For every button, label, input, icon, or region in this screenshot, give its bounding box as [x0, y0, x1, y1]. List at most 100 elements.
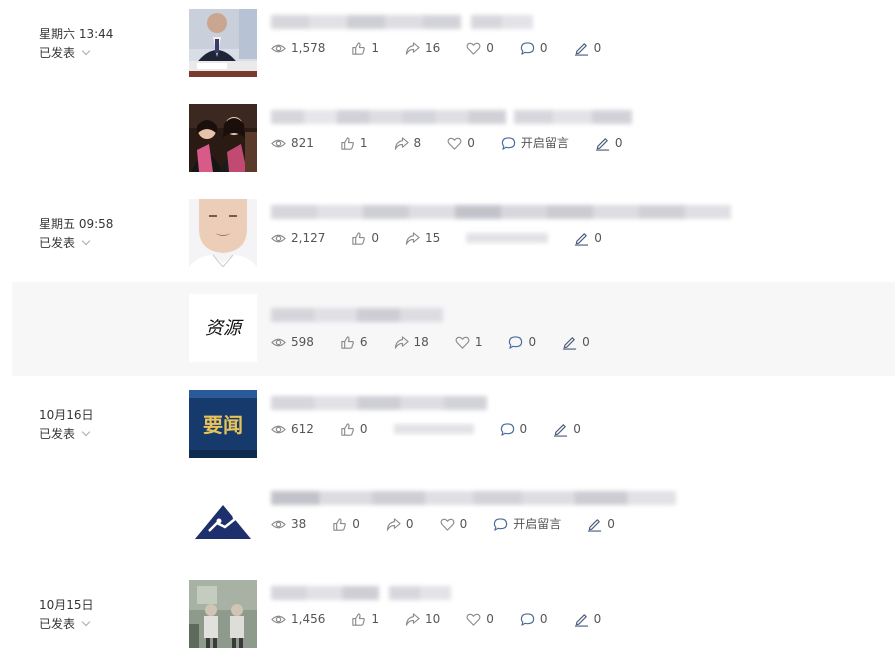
share-count[interactable]: 8: [394, 133, 422, 153]
share-count[interactable]: 16: [405, 38, 440, 58]
article-thumbnail[interactable]: 资源: [189, 294, 257, 362]
thumbs-up-icon: [352, 231, 366, 245]
share-count[interactable]: 15: [405, 228, 440, 248]
article-row[interactable]: 38 0 0 0 开启留言 0: [0, 476, 895, 571]
thumbnail-calligraphy: 资源: [205, 318, 244, 339]
article-title-redacted[interactable]: [271, 488, 676, 508]
stat-value: 38: [291, 517, 307, 531]
redacted-text-block: [471, 15, 533, 29]
stat-value: 0: [607, 517, 615, 531]
stat-value: 8: [413, 136, 422, 150]
share-icon: [394, 136, 409, 150]
stat-value: 15: [425, 231, 441, 245]
stat-value: 10: [425, 612, 441, 626]
article-row[interactable]: 星期六 13:44 已发表 1,578 1 16 0 0 0: [0, 0, 895, 95]
status-dropdown[interactable]: 已发表: [39, 425, 169, 443]
edit-count[interactable]: 0: [587, 514, 615, 534]
article-row[interactable]: 10月16日 已发表 要闻 612 0 0 0: [0, 381, 895, 476]
read-count: 1,578: [271, 38, 325, 58]
read-count: 821: [271, 133, 314, 153]
comment-icon: [501, 136, 515, 150]
stat-value: 0: [539, 41, 548, 55]
share-icon: [394, 335, 409, 349]
edit-count[interactable]: 0: [574, 228, 602, 248]
status-dropdown[interactable]: 已发表: [39, 234, 169, 252]
article-title-redacted[interactable]: [271, 107, 632, 127]
thumbs-up-icon: [333, 517, 347, 531]
redacted-text-block: [271, 586, 379, 600]
stat-value: 2,127: [291, 231, 326, 245]
share-count[interactable]: 18: [394, 332, 429, 352]
redacted-text-block: [271, 205, 731, 219]
eye-icon: [271, 234, 286, 242]
like-count[interactable]: 1: [351, 609, 379, 629]
like-count[interactable]: 0: [332, 514, 360, 534]
article-thumbnail[interactable]: [189, 199, 257, 267]
stat-value: 0: [405, 517, 414, 531]
stat-value: 598: [291, 335, 314, 349]
redacted-text-block: [271, 15, 461, 29]
heart-icon: [455, 336, 470, 349]
publish-date: 星期六 13:44: [39, 27, 114, 41]
article-thumbnail[interactable]: [189, 9, 257, 77]
like-count[interactable]: 1: [340, 133, 368, 153]
like-count[interactable]: 0: [340, 419, 368, 439]
thumbs-up-icon: [352, 41, 366, 55]
article-thumbnail[interactable]: [189, 104, 257, 172]
edit-count[interactable]: 0: [574, 609, 601, 629]
article-title-redacted[interactable]: [271, 305, 443, 325]
favorite-count[interactable]: 1: [455, 332, 482, 352]
redacted-text-block: [271, 396, 487, 410]
enable-comments[interactable]: 开启留言: [501, 133, 569, 153]
article-row-hovered[interactable]: 资源 598 6 18 1 0 0: [12, 282, 895, 376]
article-thumbnail[interactable]: [189, 580, 257, 648]
edit-count[interactable]: 0: [562, 332, 590, 352]
favorite-count[interactable]: 0: [466, 609, 494, 629]
article-thumbnail[interactable]: 要闻: [189, 390, 257, 458]
read-count: 2,127: [271, 228, 325, 248]
comment-count[interactable]: 0: [520, 38, 548, 58]
read-count: 1,456: [271, 609, 325, 629]
pen-icon: [595, 137, 609, 151]
stat-value: 0: [467, 136, 475, 150]
thumbs-up-icon: [341, 136, 354, 150]
thumbs-up-icon: [352, 612, 366, 626]
stats-bar: 1,456 1 10 0 0 0: [271, 609, 627, 629]
like-count[interactable]: 0: [351, 228, 379, 248]
article-row[interactable]: 10月15日 已发表 1,456 1 10 0 0 0: [0, 571, 895, 666]
heart-icon: [466, 42, 481, 55]
eye-icon: [271, 520, 286, 528]
edit-count[interactable]: 0: [574, 38, 601, 58]
article-row[interactable]: 星期五 09:58 已发表 2,127 0 15 0: [0, 190, 895, 285]
article-title-redacted[interactable]: [271, 12, 533, 32]
heart-icon: [466, 613, 481, 626]
favorite-count[interactable]: 0: [447, 133, 475, 153]
share-count[interactable]: 0: [386, 514, 414, 534]
chevron-down-icon: [81, 617, 91, 627]
comment-count[interactable]: 0: [520, 609, 548, 629]
article-row[interactable]: 821 1 8 0 开启留言 0: [0, 95, 895, 190]
article-title-redacted[interactable]: [271, 583, 451, 603]
article-thumbnail[interactable]: [189, 485, 257, 553]
status-dropdown[interactable]: 已发表: [39, 44, 169, 62]
article-title-redacted[interactable]: [271, 202, 731, 222]
comment-icon: [500, 422, 514, 436]
thumbs-up-icon: [341, 335, 354, 349]
comment-count[interactable]: 0: [500, 419, 527, 439]
like-count[interactable]: 1: [351, 38, 379, 58]
like-count[interactable]: 6: [340, 332, 368, 352]
eye-icon: [271, 425, 286, 433]
share-count[interactable]: 10: [405, 609, 440, 629]
comment-count[interactable]: 0: [508, 332, 536, 352]
status-dropdown[interactable]: 已发表: [39, 615, 169, 633]
edit-count[interactable]: 0: [553, 419, 581, 439]
read-count: 612: [271, 419, 314, 439]
comment-icon: [520, 612, 535, 626]
stat-value: 0: [573, 422, 581, 436]
favorite-count[interactable]: 0: [466, 38, 494, 58]
favorite-count[interactable]: 0: [440, 514, 467, 534]
enable-comments[interactable]: 开启留言: [493, 514, 561, 534]
status-label: 已发表: [39, 46, 76, 60]
edit-count[interactable]: 0: [595, 133, 622, 153]
article-title-redacted[interactable]: [271, 393, 487, 413]
